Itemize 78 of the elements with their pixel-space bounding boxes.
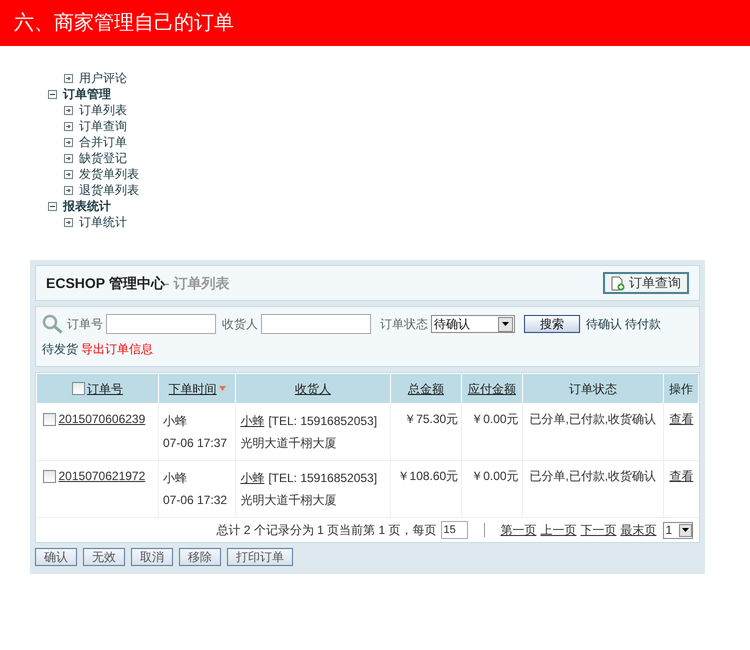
page-size-field[interactable]: 15 (440, 521, 468, 539)
search-field[interactable] (106, 314, 216, 334)
menu-item[interactable]: 退货单列表 (79, 182, 139, 198)
pagination-link[interactable]: 上一页 (540, 521, 576, 539)
page-icon (64, 74, 73, 82)
field-label: 收货人 (222, 316, 258, 333)
action-button[interactable]: 打印订单 (227, 548, 293, 566)
export-link[interactable]: 导出订单信息 (81, 338, 153, 360)
page-select[interactable]: 1 (662, 522, 692, 538)
buyer-name: 小蜂 (162, 413, 188, 430)
page-title: 六、商家管理自己的订单 (14, 11, 234, 36)
page-icon (64, 122, 73, 130)
search-button[interactable]: 搜索 (524, 315, 580, 333)
field-label: 订单状态 (380, 316, 428, 333)
address-text: 光明大道千栩大厦 (240, 435, 338, 452)
menu-group[interactable]: 订单管理 (63, 86, 111, 102)
brand-title: ECSHOP 管理中心 (46, 274, 165, 292)
menu-item[interactable]: 用户评论 (79, 70, 127, 86)
menu-item[interactable]: 合并订单 (79, 134, 127, 150)
page-icon (64, 154, 73, 162)
checkbox[interactable] (42, 412, 56, 426)
page-icon (64, 170, 73, 178)
order-query-button[interactable]: 订单查询 (603, 272, 689, 294)
order-time: 07-06 17:37 (162, 435, 228, 452)
phone-number: [TEL: 15916852053] (268, 413, 378, 430)
view-link[interactable]: 查看 (669, 469, 694, 483)
status-filter-link[interactable]: 待确认 (586, 313, 622, 335)
action-button[interactable]: 移除 (179, 548, 221, 566)
pagination-link[interactable]: 最末页 (620, 521, 656, 539)
column-header[interactable]: 订单号 (86, 380, 123, 398)
payable-amount: ￥0.00元 (462, 404, 522, 460)
page-icon (64, 138, 73, 146)
menu-item[interactable]: 订单统计 (79, 214, 127, 230)
page-icon (64, 186, 73, 194)
search-field[interactable] (261, 314, 371, 334)
collapse-icon[interactable] (48, 90, 57, 98)
action-button[interactable]: 取消 (131, 548, 173, 566)
page-icon (64, 106, 73, 114)
menu-item[interactable]: 订单查询 (79, 118, 127, 134)
search-icon (42, 314, 64, 334)
column-header: 操作 (669, 380, 694, 398)
order-time: 07-06 17:32 (162, 492, 228, 509)
column-header[interactable]: 收货人 (294, 380, 331, 398)
checkbox[interactable] (72, 382, 85, 395)
checkbox[interactable] (42, 470, 56, 482)
action-button[interactable]: 确认 (35, 548, 77, 566)
menu-group[interactable]: 报表统计 (63, 198, 111, 214)
payable-amount: ￥0.00元 (462, 460, 522, 518)
view-link[interactable]: 查看 (669, 412, 694, 426)
dropdown-arrow-icon (502, 322, 509, 326)
menu-item[interactable]: 缺货登记 (79, 150, 127, 166)
pagination-summary: 总计 2 个记录分为 1 页当前第 1 页，每页 (216, 522, 436, 539)
page-subtitle: - 订单列表 (164, 274, 230, 292)
pagination-link[interactable]: 下一页 (580, 521, 616, 539)
add-document-icon (611, 276, 625, 290)
status-filter-link[interactable]: 待付款 (625, 313, 661, 335)
menu-item[interactable]: 订单列表 (79, 102, 127, 118)
order-number-link[interactable]: 2015070606239 (58, 410, 146, 428)
status-select[interactable]: 待确认 (431, 315, 515, 333)
order-status: 已分单,已付款,收货确认 (522, 404, 664, 460)
page-icon (64, 218, 73, 226)
consignee-link[interactable]: 小蜂 (240, 410, 264, 432)
phone-number: [TEL: 15916852053] (268, 470, 378, 487)
order-number-link[interactable]: 2015070621972 (58, 467, 146, 485)
status-filter-link[interactable]: 待发货 (42, 338, 78, 360)
dropdown-arrow-icon (682, 528, 688, 532)
buyer-name: 小蜂 (162, 470, 188, 487)
address-text: 光明大道千栩大厦 (240, 492, 338, 509)
column-header: 订单状态 (568, 380, 617, 398)
total-amount: ￥75.30元 (390, 404, 462, 460)
total-amount: ￥108.60元 (390, 460, 462, 518)
order-status: 已分单,已付款,收货确认 (522, 460, 664, 518)
consignee-link[interactable]: 小蜂 (240, 467, 264, 489)
action-button[interactable]: 无效 (83, 548, 125, 566)
collapse-icon[interactable] (48, 202, 57, 210)
pagination-link[interactable]: 第一页 (500, 521, 536, 539)
field-label: 订单号 (67, 316, 103, 333)
menu-item[interactable]: 发货单列表 (79, 166, 139, 182)
